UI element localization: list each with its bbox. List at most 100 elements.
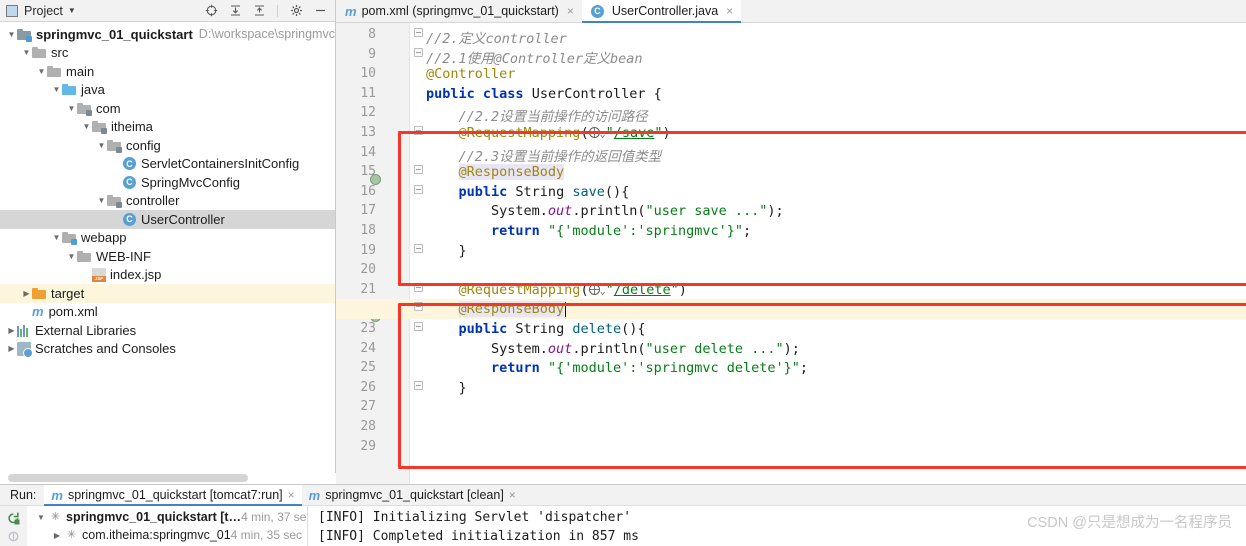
minimize-icon[interactable] (311, 2, 329, 20)
java-class-icon: C (123, 175, 136, 189)
line-number: 19 (360, 242, 376, 258)
chevron-right-icon[interactable]: ▶ (6, 326, 17, 335)
tree-node-label: Scratches and Consoles (35, 341, 176, 357)
tree-node-label: main (66, 63, 95, 79)
code-fold-marker[interactable] (410, 47, 426, 60)
locate-icon[interactable] (202, 2, 220, 20)
chevron-right-icon[interactable]: ▶ (49, 531, 65, 540)
project-panel-title: Project (24, 3, 63, 18)
tree-node-itheima[interactable]: ▼ itheima (0, 118, 335, 137)
chevron-down-icon[interactable]: ▼ (81, 122, 92, 131)
editor-tab-pom-xml[interactable]: m pom.xml (springmvc_01_quickstart) × (336, 0, 582, 22)
editor-gutter[interactable]: 8910111213141516171819202122●23242526272… (336, 23, 410, 484)
source-folder-icon (62, 82, 77, 97)
tree-node-controller[interactable]: ▼ controller (0, 192, 335, 211)
collapse-all-icon[interactable] (250, 2, 268, 20)
gear-icon[interactable] (287, 2, 305, 20)
tree-node-label: webapp (81, 230, 127, 246)
tree-node-external-libraries[interactable]: ▶ External Libraries (0, 321, 335, 340)
tree-node-servletcontainersinitconfig[interactable]: C ServletContainersInitConfig (0, 155, 335, 174)
run-gutter-icon[interactable] (380, 321, 396, 337)
code-editor[interactable]: 8910111213141516171819202122●23242526272… (336, 23, 1246, 484)
package-folder-icon (77, 101, 92, 116)
code-fold-marker[interactable] (410, 282, 426, 295)
run-tree-row[interactable]: ▼ ✳ springmvc_01_quickstart [t… 4 min, 37 s… (27, 508, 307, 526)
tree-node-webapp[interactable]: ▼ webapp (0, 229, 335, 248)
chevron-down-icon[interactable]: ▼ (33, 513, 49, 522)
project-horizontal-scrollbar[interactable] (0, 473, 336, 484)
chevron-down-icon[interactable]: ▼ (66, 252, 77, 261)
code-line: public String save(){ (458, 183, 630, 200)
running-spinner-icon: ✳ (66, 528, 77, 541)
jsp-file-icon (92, 267, 106, 282)
tree-node-config[interactable]: ▼ config (0, 136, 335, 155)
close-icon[interactable]: × (726, 4, 733, 18)
web-url-icon[interactable] (588, 283, 600, 295)
code-fold-marker[interactable] (410, 28, 426, 40)
close-icon[interactable]: × (567, 4, 574, 18)
code-fold-marker[interactable] (410, 302, 426, 314)
tree-node-main[interactable]: ▼ main (0, 62, 335, 81)
tree-node-target[interactable]: ▶ target (0, 284, 335, 303)
run-tab-tomcat7-run[interactable]: m springmvc_01_quickstart [tomcat7:run] × (44, 484, 302, 506)
chevron-right-icon[interactable]: ▶ (21, 289, 32, 298)
close-icon[interactable]: × (288, 488, 295, 502)
tree-node-web-inf[interactable]: ▼ WEB-INF (0, 247, 335, 266)
tree-node-label: controller (126, 193, 180, 209)
run-tree[interactable]: ▼ ✳ springmvc_01_quickstart [t… 4 min, 37 s… (27, 506, 308, 546)
rerun-icon[interactable] (4, 509, 24, 527)
tree-node-label: java (81, 82, 105, 98)
run-tree-label: com.itheima:springmvc_01 (82, 528, 231, 542)
chevron-right-icon[interactable]: ▶ (6, 344, 17, 353)
line-number: 25 (360, 360, 376, 376)
module-folder-icon (17, 27, 32, 42)
close-icon[interactable]: × (509, 488, 516, 502)
folder-icon (32, 45, 47, 60)
tree-node-com[interactable]: ▼ com (0, 99, 335, 118)
project-tool-window: Project ▼ ▼ springmvc_01_quickstart D:\wor… (0, 0, 336, 484)
chevron-down-icon[interactable]: ▼ (21, 48, 32, 57)
tree-node-java[interactable]: ▼ java (0, 81, 335, 100)
code-fold-marker[interactable] (410, 243, 426, 256)
code-fold-marker[interactable] (410, 322, 426, 334)
code-line: @Controller (426, 66, 516, 83)
tree-node-springmvc-01-quickstart[interactable]: ▼ springmvc_01_quickstart D:\workspace\spr… (0, 25, 335, 44)
chevron-down-icon[interactable]: ▼ (68, 6, 76, 15)
project-tree[interactable]: ▼ springmvc_01_quickstart D:\workspace\spr… (0, 22, 335, 462)
tree-node-index-jsp[interactable]: index.jsp (0, 266, 335, 285)
chevron-down-icon[interactable]: ▼ (66, 104, 77, 113)
chevron-down-icon[interactable]: ▼ (96, 141, 107, 150)
code-fold-marker[interactable] (410, 380, 426, 393)
expand-all-icon[interactable] (226, 2, 244, 20)
code-line: System.out.println("user save ..."); (426, 203, 784, 220)
debug-icon[interactable] (4, 527, 24, 545)
code-fold-marker[interactable] (410, 184, 426, 197)
chevron-down-icon[interactable]: ▼ (51, 85, 62, 94)
chevron-down-icon[interactable]: ▼ (51, 233, 62, 242)
code-fold-marker[interactable] (410, 126, 426, 138)
scrollbar-thumb[interactable] (8, 474, 248, 482)
scratches-icon (17, 341, 33, 358)
maven-run-icon: m (308, 487, 321, 503)
line-number: 23 (360, 321, 376, 336)
run-gutter-icon[interactable] (380, 184, 396, 200)
webapp-folder-icon (62, 230, 77, 246)
web-url-icon[interactable] (588, 127, 600, 138)
tree-node-src[interactable]: ▼ src (0, 44, 335, 63)
tree-node-pom-xml[interactable]: m pom.xml (0, 303, 335, 322)
run-tab-clean[interactable]: m springmvc_01_quickstart [clean] × (302, 485, 523, 506)
folder-icon (47, 64, 62, 79)
line-number: 21 (360, 281, 376, 297)
toolbar-divider (277, 4, 278, 17)
tree-node-springmvcconfig[interactable]: C SpringMvcConfig (0, 173, 335, 192)
chevron-down-icon[interactable]: ▼ (36, 67, 47, 76)
run-tab-bar: Run: m springmvc_01_quickstart [tomcat7:r… (0, 484, 1246, 506)
chevron-down-icon[interactable]: ▼ (6, 30, 17, 39)
chevron-down-icon[interactable]: ▼ (96, 196, 107, 205)
tree-node-usercontroller[interactable]: C UserController (0, 210, 335, 229)
code-fold-marker[interactable] (410, 165, 426, 177)
ide-window: Project ▼ ▼ springmvc_01_quickstart D:\wor… (0, 0, 1246, 546)
tree-node-scratches-and-consoles[interactable]: ▶ Scratches and Consoles (0, 340, 335, 359)
run-tree-row[interactable]: ▶ ✳ com.itheima:springmvc_01 4 min, 35 sec (27, 526, 307, 544)
editor-tab-usercontroller-java[interactable]: C UserController.java × (581, 0, 742, 23)
